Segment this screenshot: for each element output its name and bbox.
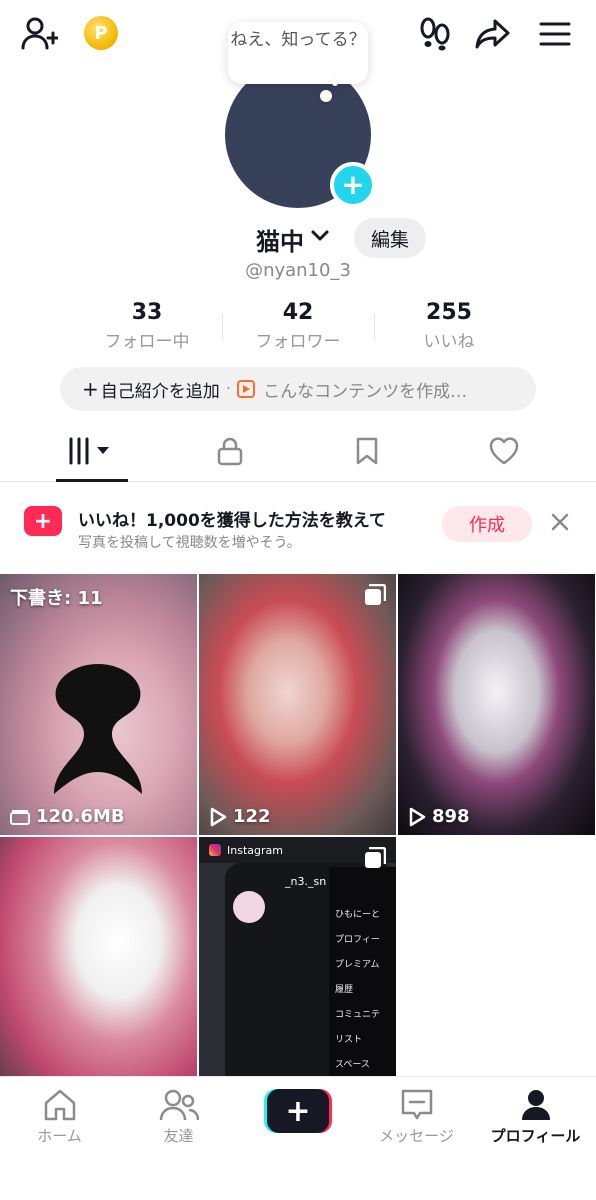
side-item: リスト [335,1035,363,1045]
nav-label: ホーム [37,1127,82,1145]
promo-create-button[interactable]: 作成 [442,506,532,542]
stat-followers[interactable]: 42 フォロワー [223,300,373,352]
name-row: 猫中 編集 [0,218,596,258]
instagram-label: Instagram [227,843,283,857]
side-item: スペース [335,1060,370,1070]
edit-profile-button[interactable]: 編集 [354,218,426,258]
camera-plus-icon: + [24,506,62,536]
chevron-down-icon[interactable] [310,228,330,247]
view-count: 122 [209,806,271,827]
add-avatar-icon[interactable]: + [330,162,376,208]
stat-label: フォロー中 [104,332,190,352]
lock-icon [216,436,244,470]
stat-label: フォロワー [255,332,341,352]
close-icon[interactable] [546,508,574,536]
stat-value: 33 [131,300,163,325]
footprint-icon[interactable] [414,14,456,54]
video-thumbnail[interactable]: 122 [199,574,396,835]
play-icon [408,807,426,827]
plus-icon: + [82,377,99,401]
draft-size-value: 120.6MB [36,806,125,827]
bio-bar[interactable]: + 自己紹介を追加 · こんなコンテンツを作成… [60,367,536,411]
profile-name[interactable]: 猫中 [256,222,304,257]
multi-photo-icon [364,846,387,869]
nav-label: メッセージ [379,1127,454,1145]
nav-home[interactable]: ホーム [0,1085,119,1155]
inbox-icon [357,1085,476,1125]
videos-grid-icon [65,436,121,470]
promo-subtitle: 写真を投稿して視聴数を増やそう。 [78,535,301,551]
speech-bubble[interactable]: ねえ、知ってる？ [228,22,368,84]
panel-avatar [233,891,265,923]
stat-value: 255 [426,300,472,325]
play-icon [237,380,256,398]
friends-icon [119,1085,238,1125]
promo-title: いいね！1,000を獲得した方法を教えて [78,511,386,531]
drafts-label: 下書き: 11 [10,588,103,609]
side-item: プロフィー [335,935,380,945]
stat-likes[interactable]: 255 いいね [374,300,524,352]
side-item: コミュニテ [335,1010,381,1020]
play-icon [209,807,227,827]
nav-friends[interactable]: 友達 [119,1085,238,1155]
stat-following[interactable]: 33 フォロー中 [72,300,222,352]
tab-videos[interactable] [18,424,167,482]
create-button[interactable]: + [264,1089,332,1133]
multi-photo-icon [364,583,387,606]
side-item: 履歴 [335,985,354,995]
profile-handle: @nyan10_3 [245,260,351,281]
view-count: 898 [408,806,470,827]
side-item: プレミアム [335,960,380,970]
profile-stats: 33 フォロー中 42 フォロワー 255 いいね [0,300,596,356]
nav-label: 友達 [163,1127,194,1145]
video-thumbnail-drafts[interactable]: 下書き: 11 120.6MB [0,574,197,835]
active-tab-indicator [56,479,128,482]
mustache-sticker [54,664,142,794]
bookmark-icon [354,436,380,470]
tab-liked[interactable] [429,424,578,482]
panel-username: _n3._sn [285,875,327,888]
bottom-nav: ホーム 友達 + メッセージ プロフィール [0,1076,596,1200]
nav-profile[interactable]: プロフィール [476,1085,595,1155]
add-friend-icon[interactable] [18,14,60,54]
folder-icon [10,809,30,825]
bio-separator: · [225,379,232,399]
video-thumbnail[interactable] [0,837,197,1098]
home-icon [0,1085,119,1125]
nav-inbox[interactable]: メッセージ [357,1085,476,1155]
tab-saved[interactable] [292,424,441,482]
promo-banner: + いいね！1,000を獲得した方法を教えて 写真を投稿して視聴数を増やそう。 … [0,492,596,564]
view-count-value: 898 [432,806,470,827]
profile-tabs [0,424,596,482]
bubble-tail-small [332,80,338,86]
video-thumbnail[interactable]: 898 [398,574,595,835]
share-icon[interactable] [472,14,514,54]
stat-label: いいね [423,332,475,352]
menu-icon[interactable] [534,14,576,54]
side-name: ひもにーと [335,910,381,920]
heart-icon [488,436,520,470]
stat-value: 42 [282,300,314,325]
nav-label: プロフィール [490,1127,581,1145]
draft-size: 120.6MB [10,806,125,827]
view-count-value: 122 [233,806,271,827]
coin-icon[interactable]: P [84,16,118,50]
create-plus-icon: + [267,1089,329,1133]
profile-icon [476,1085,595,1125]
instagram-icon [209,844,221,856]
bubble-tail [320,90,332,102]
side-menu: ひもにーと プロフィー プレミアム 履歴 コミュニテ リスト スペース [329,867,396,1098]
add-bio-label: 自己紹介を追加 [100,381,220,402]
coin-symbol: P [94,22,108,44]
tab-private[interactable] [155,424,304,482]
photo-thumbnail[interactable]: Instagram _n3._sn ひもにーと プロフィー プレミアム 履歴 コ… [199,837,396,1098]
content-suggestion-label: こんなコンテンツを作成… [263,381,468,402]
